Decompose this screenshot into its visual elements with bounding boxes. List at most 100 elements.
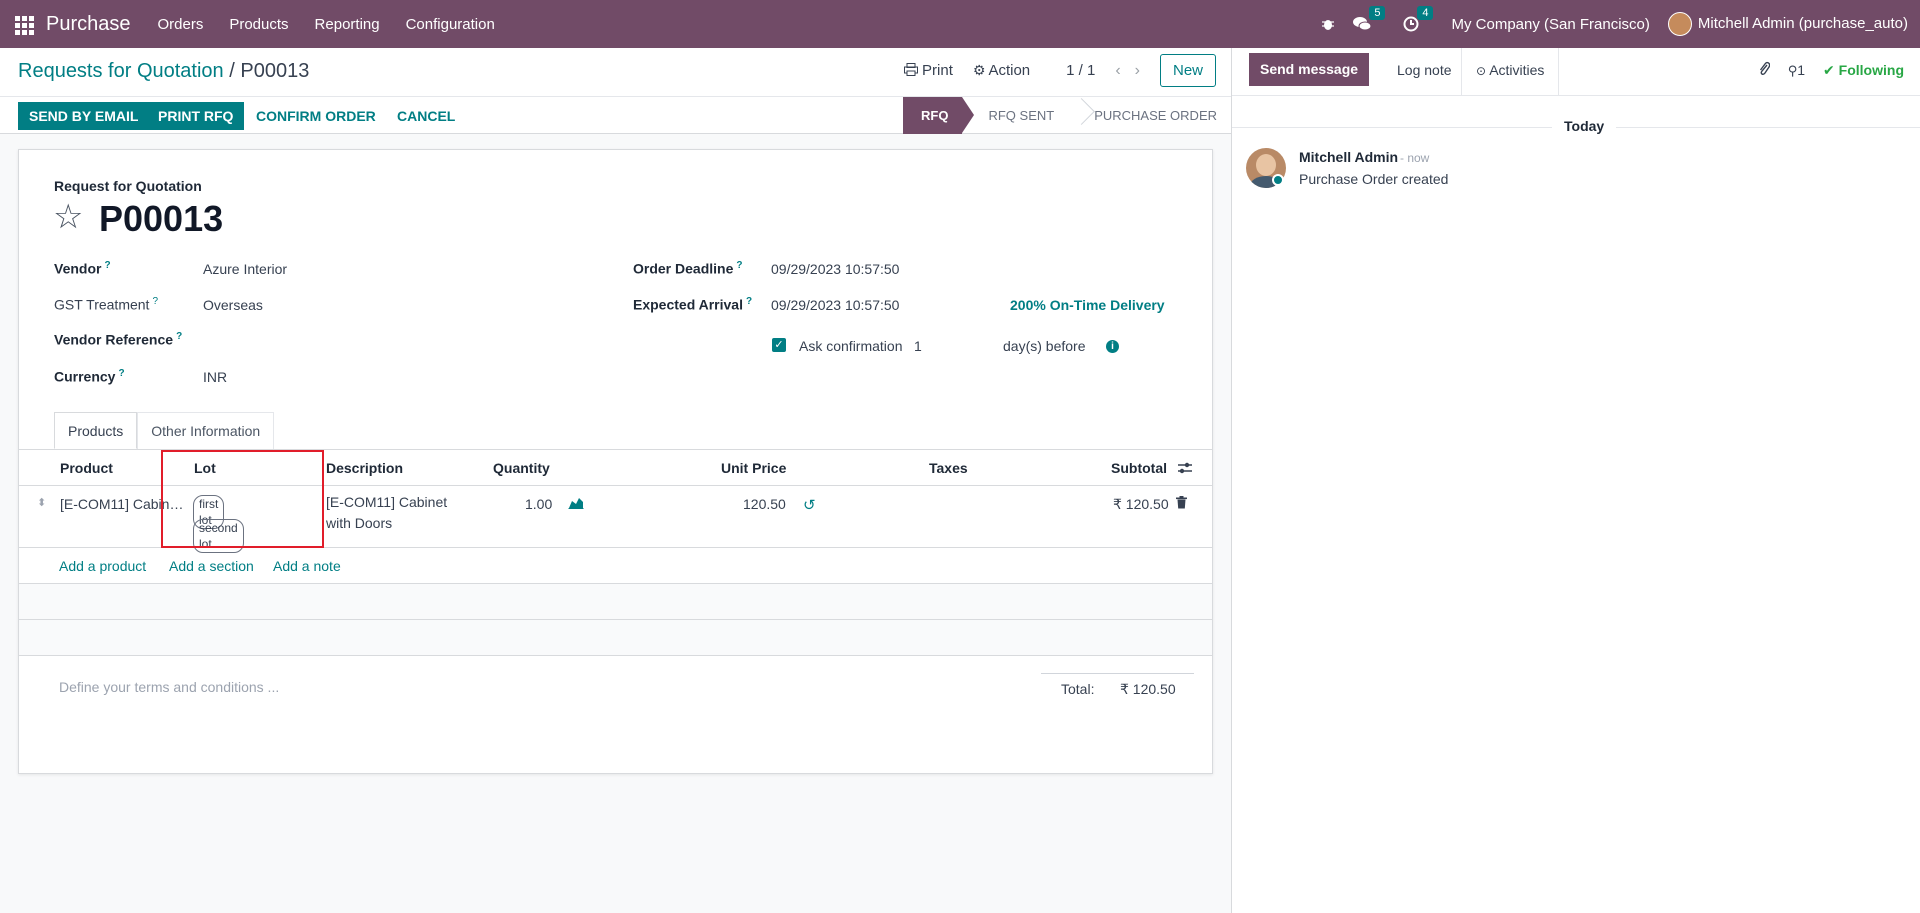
breadcrumb-current: P00013: [240, 60, 310, 82]
add-section-link[interactable]: Add a section: [169, 558, 254, 574]
vendor-field[interactable]: Azure Interior: [203, 261, 287, 277]
menu-reporting[interactable]: Reporting: [302, 16, 393, 33]
following-button[interactable]: ✔ Following: [1823, 62, 1904, 79]
stage-purchase-order[interactable]: PURCHASE ORDER: [1068, 97, 1231, 134]
terms-conditions-input[interactable]: Define your terms and conditions ...: [59, 679, 279, 695]
check-icon: ✔: [1823, 62, 1835, 78]
message-body: Purchase Order created: [1299, 171, 1449, 187]
pager-previous-icon[interactable]: ‹: [1115, 62, 1120, 80]
company-switcher[interactable]: My Company (San Francisco): [1451, 16, 1649, 33]
date-label: Today: [1552, 118, 1617, 134]
column-description[interactable]: Description: [326, 460, 403, 476]
print-rfq-button[interactable]: PRINT RFQ: [147, 102, 245, 130]
pager-next-icon[interactable]: ›: [1135, 62, 1140, 80]
expected-arrival-label: Expected Arrival?: [633, 296, 753, 313]
row-quantity[interactable]: 1.00: [525, 496, 552, 512]
stage-rfq[interactable]: RFQ: [903, 97, 976, 134]
lot-column-highlight: [161, 450, 324, 548]
chatter-topbar: Send message Log note ⊙ Activities ⚲1 ✔ …: [1232, 48, 1920, 96]
trash-icon[interactable]: [1176, 496, 1187, 512]
row-description-line-2[interactable]: with Doors: [326, 515, 392, 531]
new-button[interactable]: New: [1159, 54, 1216, 87]
cancel-button[interactable]: CANCEL: [386, 102, 466, 130]
notebook-tabs: Products Other Information: [54, 412, 275, 449]
vendor-label: Vendor?: [54, 260, 111, 277]
print-button[interactable]: Print: [904, 62, 953, 79]
messages-badge: 5: [1369, 6, 1386, 20]
help-icon[interactable]: ?: [118, 368, 124, 379]
stage-rfq-sent[interactable]: RFQ SENT: [962, 97, 1068, 134]
total-value: ₹ 120.50: [1120, 681, 1176, 697]
control-panel: Requests for Quotation / P00013 Print ⚙ A…: [0, 48, 1231, 96]
row-subtotal: ₹ 120.50: [1113, 496, 1169, 512]
gst-field[interactable]: Overseas: [203, 297, 263, 313]
reset-price-icon[interactable]: ↺: [803, 496, 816, 514]
currency-label: Currency?: [54, 368, 125, 385]
menu-orders[interactable]: Orders: [145, 16, 217, 33]
vendor-reference-label: Vendor Reference?: [54, 331, 183, 348]
expected-arrival-field[interactable]: 09/29/2023 10:57:50: [771, 297, 899, 313]
apps-menu-icon[interactable]: [12, 13, 34, 35]
message-author[interactable]: Mitchell Admin: [1299, 149, 1398, 165]
drag-handle-icon[interactable]: ⬍: [37, 496, 46, 509]
tab-other-information[interactable]: Other Information: [137, 412, 275, 449]
bug-icon[interactable]: [1321, 17, 1335, 31]
help-icon[interactable]: ?: [104, 260, 110, 271]
pager-value[interactable]: 1 / 1: [1066, 62, 1095, 79]
send-by-email-button[interactable]: SEND BY EMAIL: [18, 102, 150, 130]
star-icon[interactable]: ☆: [53, 200, 83, 234]
info-icon[interactable]: i: [1106, 340, 1119, 353]
activities-badge: 4: [1417, 6, 1434, 20]
order-deadline-field[interactable]: 09/29/2023 10:57:50: [771, 261, 899, 277]
total-label: Total:: [1061, 681, 1095, 697]
clock-icon: ⊙: [1476, 64, 1487, 78]
message-time: - now: [1400, 151, 1430, 165]
activity-clock-icon[interactable]: 4: [1403, 6, 1434, 32]
gear-icon: ⚙: [972, 62, 986, 78]
ask-confirmation-checkbox[interactable]: ✓: [772, 338, 786, 352]
menu-products[interactable]: Products: [216, 16, 301, 33]
days-before-label: day(s) before: [1003, 338, 1086, 354]
column-unit-price[interactable]: Unit Price: [721, 460, 786, 476]
column-subtotal[interactable]: Subtotal: [1111, 460, 1167, 476]
user-avatar: [1667, 12, 1692, 36]
online-status-icon: [1272, 174, 1284, 186]
followers-button[interactable]: ⚲1: [1788, 62, 1805, 79]
action-button[interactable]: ⚙ Action: [973, 62, 1030, 79]
action-label: Action: [988, 62, 1031, 79]
paperclip-icon[interactable]: [1758, 61, 1771, 80]
empty-table-row: [19, 584, 1212, 620]
column-taxes[interactable]: Taxes: [929, 460, 968, 476]
row-description-line-1[interactable]: [E-COM11] Cabinet: [326, 494, 447, 510]
currency-field[interactable]: INR: [203, 369, 227, 385]
log-note-button[interactable]: Log note: [1383, 48, 1466, 96]
top-navbar: Purchase Orders Products Reporting Confi…: [0, 0, 1920, 48]
print-label: Print: [922, 62, 953, 79]
reminder-days-input[interactable]: 1: [914, 338, 922, 354]
breadcrumb: Requests for Quotation / P00013: [18, 60, 309, 83]
help-icon[interactable]: ?: [746, 296, 752, 307]
ask-confirmation-label: Ask confirmation: [799, 338, 903, 354]
user-icon: ⚲: [1787, 63, 1798, 78]
breadcrumb-parent[interactable]: Requests for Quotation: [18, 60, 224, 82]
optional-columns-icon[interactable]: [1177, 461, 1193, 478]
confirm-order-button[interactable]: CONFIRM ORDER: [245, 102, 387, 130]
tab-products[interactable]: Products: [54, 412, 138, 449]
send-message-button[interactable]: Send message: [1249, 53, 1370, 86]
app-name[interactable]: Purchase: [46, 13, 131, 36]
column-quantity[interactable]: Quantity: [493, 460, 550, 476]
add-note-link[interactable]: Add a note: [273, 558, 341, 574]
help-icon[interactable]: ?: [176, 331, 182, 342]
user-menu[interactable]: Mitchell Admin (purchase_auto): [1667, 12, 1908, 36]
messages-icon[interactable]: 5: [1353, 6, 1386, 32]
order-name: P00013: [99, 198, 224, 239]
on-time-delivery-button[interactable]: 200% On-Time Delivery: [1010, 297, 1165, 313]
activities-button[interactable]: ⊙ Activities: [1461, 48, 1560, 96]
menu-configuration[interactable]: Configuration: [393, 16, 508, 33]
row-unit-price[interactable]: 120.50: [743, 496, 786, 512]
column-product[interactable]: Product: [60, 460, 113, 476]
help-icon[interactable]: ?: [152, 296, 158, 307]
help-icon[interactable]: ?: [736, 260, 742, 271]
forecast-chart-icon[interactable]: [568, 496, 584, 512]
add-product-link[interactable]: Add a product: [59, 558, 146, 574]
